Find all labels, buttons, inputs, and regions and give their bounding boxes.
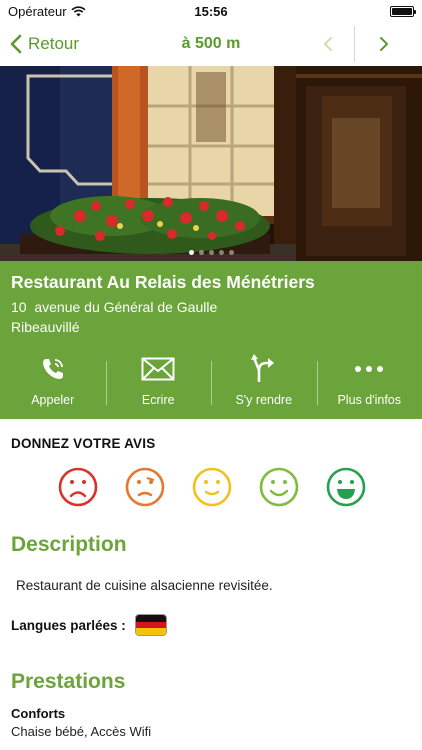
action-bar: Appeler Ecrire S'y rendre Plus d'infos: [0, 351, 422, 411]
call-label: Appeler: [31, 393, 75, 407]
languages-label: Langues parlées :: [11, 617, 126, 633]
chevron-right-icon: [380, 37, 388, 51]
more-info-button[interactable]: Plus d'infos: [316, 351, 422, 411]
write-button[interactable]: Ecrire: [105, 351, 212, 411]
call-button[interactable]: Appeler: [0, 351, 106, 411]
place-info: Restaurant Au Relais des Ménétriers 10 a…: [0, 261, 422, 419]
directions-icon: [250, 354, 274, 382]
description-title: Description: [11, 533, 127, 556]
back-button[interactable]: Retour: [10, 22, 79, 66]
more-info-label: Plus d'infos: [337, 393, 402, 407]
german-flag-icon: [134, 614, 167, 636]
chevron-left-icon: [10, 34, 22, 54]
page-dot: [188, 250, 194, 255]
description-text: Restaurant de cuisine alsacienne revisit…: [16, 578, 273, 593]
smiley-very-bad-icon[interactable]: [58, 467, 98, 507]
chevron-left-icon: [324, 37, 332, 51]
battery-fill: [392, 7, 412, 15]
nav-divider: [354, 26, 355, 62]
rating-options: [58, 467, 366, 507]
page-dot: [218, 250, 224, 255]
page-dot: [208, 250, 214, 255]
page-indicator[interactable]: [0, 250, 422, 255]
place-name: Restaurant Au Relais des Ménétriers: [11, 272, 315, 292]
directions-button[interactable]: S'y rendre: [211, 351, 317, 411]
hero-photo[interactable]: [0, 66, 422, 261]
carrier-label: Opérateur: [8, 3, 67, 19]
write-label: Ecrire: [141, 393, 175, 407]
smiley-good-icon[interactable]: [259, 467, 299, 507]
status-left: Opérateur: [8, 4, 86, 19]
smiley-very-good-icon[interactable]: [326, 467, 366, 507]
smiley-neutral-icon[interactable]: [192, 467, 232, 507]
phone-icon: [42, 359, 63, 379]
rating-title: DONNEZ VOTRE AVIS: [11, 436, 156, 451]
nav-bar: Retour à 500 m: [0, 22, 422, 66]
page-dot: [228, 250, 234, 255]
status-bar: Opérateur 15:56: [0, 0, 422, 22]
battery-icon: [390, 5, 416, 17]
prestations-title: Prestations: [11, 670, 126, 693]
back-label: Retour: [28, 34, 80, 53]
more-icon: [355, 366, 384, 372]
smiley-bad-icon[interactable]: [125, 467, 165, 507]
previous-button[interactable]: [310, 22, 346, 66]
conforts-label: Conforts: [11, 706, 66, 721]
address-line-1: 10 avenue du Général de Gaulle: [11, 299, 218, 315]
address-line-2: Ribeauvillé: [11, 319, 80, 335]
languages-row: Langues parlées :: [11, 614, 167, 636]
wifi-icon: [70, 5, 86, 16]
conforts-text: Chaise bébé, Accès Wifi: [11, 724, 152, 739]
envelope-icon: [141, 357, 175, 381]
restaurant-photo: [0, 66, 422, 261]
directions-label: S'y rendre: [235, 393, 293, 407]
next-button[interactable]: [366, 22, 402, 66]
page-dot: [198, 250, 204, 255]
